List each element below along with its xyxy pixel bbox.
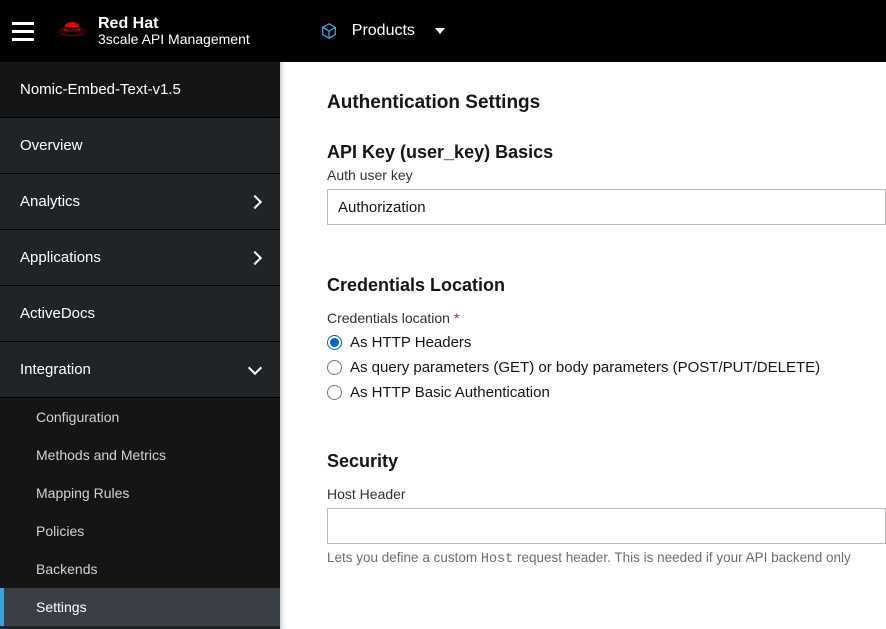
sidebar-subitem-label: Settings (36, 599, 87, 615)
chevron-right-icon (248, 194, 262, 208)
redhat-fedora-icon (58, 18, 86, 36)
radio-query-body-input[interactable] (327, 360, 342, 375)
sidebar-subitem-settings[interactable]: Settings (0, 588, 280, 626)
sidebar-item-label: ActiveDocs (20, 305, 95, 322)
radio-basic-auth-input[interactable] (327, 385, 342, 400)
help-text-prefix: Lets you define a custom (327, 550, 481, 565)
auth-user-key-label: Auth user key (327, 167, 886, 183)
sidebar-item-integration[interactable]: Integration (0, 342, 280, 398)
sidebar-subitem-configuration[interactable]: Configuration (0, 398, 280, 436)
sidebar-subitem-mapping[interactable]: Mapping Rules (0, 474, 280, 512)
sidebar-subitem-label: Backends (36, 561, 97, 577)
radio-http-headers[interactable]: As HTTP Headers (327, 334, 886, 351)
radio-http-headers-input[interactable] (327, 335, 342, 350)
security-title: Security (327, 451, 886, 472)
sidebar-item-label: Overview (20, 137, 83, 154)
sidebar-subitem-label: Methods and Metrics (36, 447, 166, 463)
credentials-location-label-text: Credentials location (327, 310, 450, 326)
help-text-suffix: request header. This is needed if your A… (513, 550, 850, 565)
brand-name-top: Red Hat (98, 15, 250, 33)
context-switcher-label: Products (352, 22, 415, 40)
sidebar-subitem-label: Configuration (36, 409, 119, 425)
product-title-label: Nomic-Embed-Text-v1.5 (20, 81, 181, 98)
sidebar-subitem-label: Policies (36, 523, 84, 539)
required-asterisk: * (454, 310, 459, 326)
sidebar-item-overview[interactable]: Overview (0, 118, 280, 174)
sidebar-subitem-backends[interactable]: Backends (0, 550, 280, 588)
masthead: Red Hat 3scale API Management Products (0, 0, 886, 62)
sidebar-item-analytics[interactable]: Analytics (0, 174, 280, 230)
sidebar: Nomic-Embed-Text-v1.5 Overview Analytics… (0, 62, 280, 629)
caret-down-icon (435, 28, 445, 34)
api-key-basics-section: API Key (user_key) Basics Auth user key (327, 142, 886, 225)
radio-label: As HTTP Headers (350, 334, 471, 351)
chevron-down-icon (248, 360, 262, 374)
help-code: Host (481, 552, 513, 567)
sidebar-item-label: Applications (20, 249, 101, 266)
radio-query-body[interactable]: As query parameters (GET) or body parame… (327, 359, 886, 376)
host-header-label: Host Header (327, 486, 886, 502)
api-key-basics-title: API Key (user_key) Basics (327, 142, 886, 163)
radio-basic-auth[interactable]: As HTTP Basic Authentication (327, 384, 886, 401)
sidebar-subitem-label: Mapping Rules (36, 485, 129, 501)
sidebar-item-label: Analytics (20, 193, 80, 210)
context-switcher[interactable]: Products (320, 22, 445, 40)
credentials-location-section: Credentials Location Credentials locatio… (327, 275, 886, 401)
brand-name-bottom: 3scale API Management (98, 32, 250, 47)
host-header-input[interactable] (327, 508, 886, 544)
products-cube-icon (320, 22, 338, 40)
page-title: Authentication Settings (327, 92, 886, 114)
security-section: Security Host Header Lets you define a c… (327, 451, 886, 567)
sidebar-integration-submenu: Configuration Methods and Metrics Mappin… (0, 398, 280, 626)
radio-label: As HTTP Basic Authentication (350, 384, 550, 401)
sidebar-item-applications[interactable]: Applications (0, 230, 280, 286)
sidebar-product-title: Nomic-Embed-Text-v1.5 (0, 62, 280, 118)
host-header-help: Lets you define a custom Host request he… (327, 550, 886, 567)
menu-toggle-button[interactable] (12, 15, 44, 47)
chevron-right-icon (248, 250, 262, 264)
sidebar-subitem-methods[interactable]: Methods and Metrics (0, 436, 280, 474)
radio-label: As query parameters (GET) or body parame… (350, 359, 820, 376)
credentials-location-title: Credentials Location (327, 275, 886, 296)
auth-user-key-input[interactable] (327, 189, 886, 225)
main-content: Authentication Settings API Key (user_ke… (280, 62, 886, 629)
sidebar-subitem-policies[interactable]: Policies (0, 512, 280, 550)
sidebar-item-label: Integration (20, 361, 91, 378)
brand-logo: Red Hat 3scale API Management (58, 15, 250, 48)
credentials-location-label: Credentials location* (327, 310, 886, 326)
sidebar-item-activedocs[interactable]: ActiveDocs (0, 286, 280, 342)
